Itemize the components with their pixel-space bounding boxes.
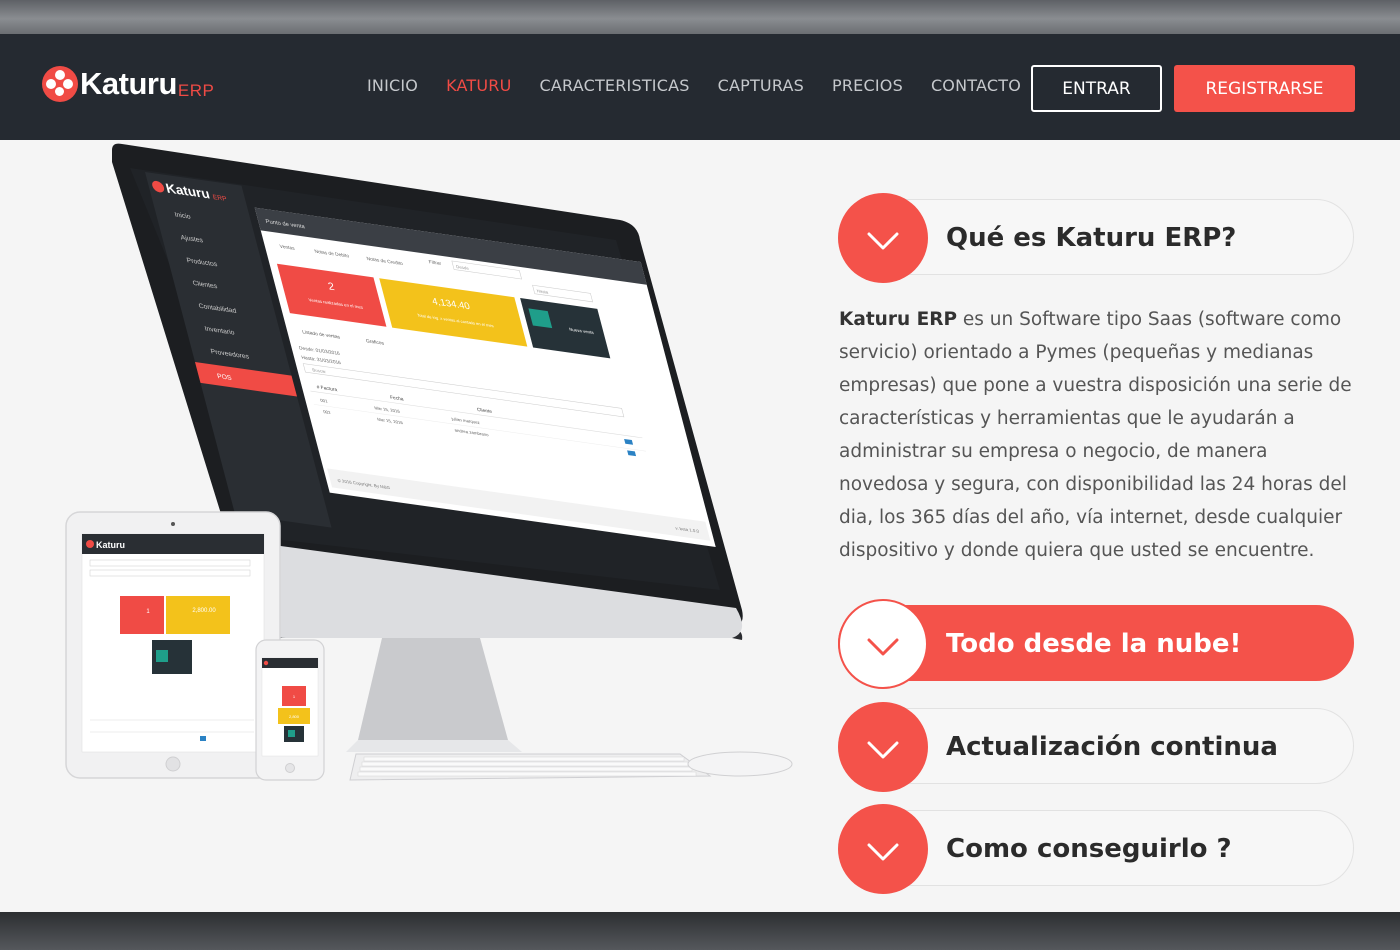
main-nav: INICIO KATURU CARACTERISTICAS CAPTURAS P… (367, 76, 1049, 96)
tablet-card-2: 2,800.00 (192, 608, 216, 614)
nav-link-contacto[interactable]: CONTACTO (931, 76, 1021, 96)
accordion-title-que-es: Qué es Katuru ERP? (946, 223, 1237, 253)
description-bold: Katuru ERP (839, 309, 958, 330)
phone-device: 1 2,800 (255, 639, 325, 781)
login-button[interactable]: ENTRAR (1031, 65, 1162, 112)
chevron-down-icon[interactable] (838, 702, 928, 792)
brand-logo[interactable]: Katuru ERP (42, 64, 214, 104)
accordion-description: Katuru ERP es un Software tipo Saas (sof… (839, 303, 1359, 567)
tablet-device: Katuru 1 2,800.00 (65, 511, 281, 779)
bottom-background-strip (0, 912, 1400, 950)
chevron-down-icon[interactable] (838, 804, 928, 894)
accordion-title-conseguirlo: Como conseguirlo ? (946, 834, 1232, 864)
accordion-title-todo-nube: Todo desde la nube! (946, 629, 1242, 659)
tablet-brand: Katuru (96, 540, 125, 550)
accordion-title-actualizacion: Actualización continua (946, 732, 1278, 762)
accordion-item-todo-nube[interactable]: Todo desde la nube! (838, 599, 1354, 689)
mouse (687, 751, 793, 777)
chevron-down-icon[interactable] (838, 193, 928, 283)
register-button[interactable]: REGISTRARSE (1174, 65, 1355, 112)
accordion-item-actualizacion[interactable]: Actualización continua (838, 702, 1354, 792)
nav-link-capturas[interactable]: CAPTURAS (718, 76, 804, 96)
phone-card-2: 2,800 (289, 714, 300, 719)
chevron-down-icon[interactable] (838, 599, 928, 689)
nav-link-katuru[interactable]: KATURU (446, 76, 511, 96)
logo-suffix: ERP (177, 81, 215, 100)
devices-illustration: Katuru ERP Inicio Ajustes Productos Clie… (65, 143, 793, 781)
nav-link-precios[interactable]: PRECIOS (832, 76, 903, 96)
nav-link-caracteristicas[interactable]: CARACTERISTICAS (540, 76, 690, 96)
accordion-item-conseguirlo[interactable]: Como conseguirlo ? (838, 804, 1354, 894)
nav-link-inicio[interactable]: INICIO (367, 76, 418, 96)
accordion-item-que-es[interactable]: Qué es Katuru ERP? (838, 193, 1354, 283)
description-text: es un Software tipo Saas (software como … (839, 309, 1352, 561)
logo-mark-icon (42, 66, 78, 102)
site-header: Katuru ERP INICIO KATURU CARACTERISTICAS… (0, 34, 1400, 140)
top-background-strip (0, 0, 1400, 34)
keyboard (349, 753, 712, 781)
logo-text: Katuru (80, 66, 177, 101)
